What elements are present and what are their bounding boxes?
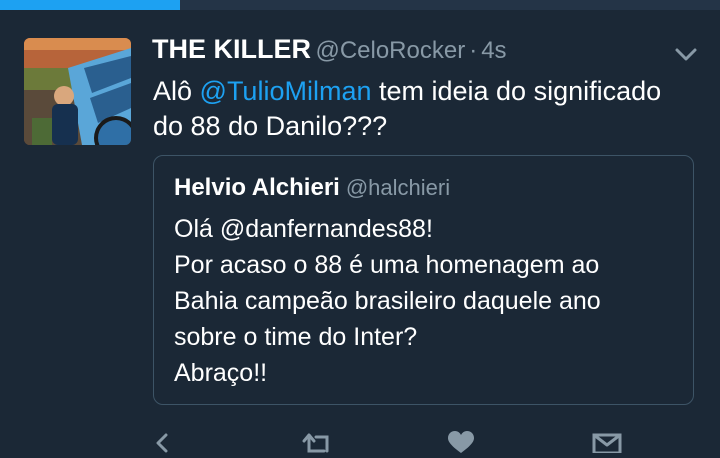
like-icon[interactable] <box>446 431 476 453</box>
quoted-user-handle: @halchieri <box>345 175 451 200</box>
progress-track <box>0 0 720 10</box>
chevron-down-icon[interactable] <box>672 44 700 66</box>
message-icon[interactable] <box>592 431 622 455</box>
quoted-tweet-header: Helvio Alchieri @halchieri <box>174 174 450 202</box>
quoted-text-line: Olá @danfernandes88! <box>174 215 433 243</box>
timestamp[interactable]: 4s <box>481 37 506 64</box>
tweet-text-start: Alô <box>153 76 200 106</box>
progress-bar-fill <box>0 0 180 10</box>
quoted-display-name: Helvio Alchieri <box>174 174 340 201</box>
separator-dot: · <box>469 37 478 64</box>
quoted-text-line: Abraço!! <box>174 359 268 387</box>
mention-link[interactable]: @TulioMilman <box>200 76 372 106</box>
tweet-action-bar <box>0 425 720 455</box>
tweet-header: THE KILLER @CeloRocker · 4s <box>152 34 507 65</box>
quoted-text-line: Por acaso o 88 é uma homenagem ao <box>174 251 600 279</box>
reply-icon[interactable] <box>152 431 182 453</box>
display-name[interactable]: THE KILLER <box>152 34 311 64</box>
avatar-photo <box>24 38 131 145</box>
tweet-text: Alô @TulioMilman tem ideia do significad… <box>153 74 693 144</box>
quoted-text-line: Bahia campeão brasileiro daquele ano <box>174 287 601 315</box>
user-handle[interactable]: @CeloRocker <box>315 37 465 64</box>
quoted-tweet-card[interactable]: Helvio Alchieri @halchieri Olá @danfernan… <box>153 155 694 405</box>
retweet-icon[interactable] <box>300 431 330 453</box>
avatar[interactable] <box>24 38 131 145</box>
tweet[interactable]: THE KILLER @CeloRocker · 4s Alô @TulioMilm… <box>0 10 720 455</box>
quoted-tweet-text: Olá @danfernandes88! Por acaso o 88 é um… <box>174 211 684 391</box>
quoted-text-line: sobre o time do Inter? <box>174 323 418 351</box>
